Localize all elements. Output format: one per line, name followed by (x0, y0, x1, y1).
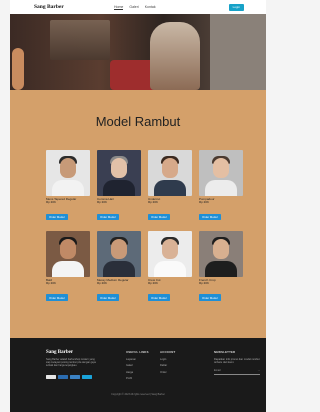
order-model-button[interactable]: Order Model (46, 294, 68, 301)
useful-links-heading: USEFUL LINKS (126, 350, 149, 354)
model-photo[interactable] (148, 150, 192, 196)
model-card: Pompadour Rp.30K Order Model (199, 150, 243, 223)
newsletter-heading: NEWSLETTER (214, 350, 236, 354)
copyright-text: Copyright © 2023 All rights reserved | S… (111, 393, 165, 396)
account-links: ACCOUNT Login Daftar Order (160, 350, 175, 374)
model-price: Rp.30K (46, 200, 57, 205)
payment-icons (46, 375, 92, 379)
page: Sang Barber Home Galeri Kontak Login Mod… (10, 0, 266, 412)
section-title: Model Rambut (95, 114, 181, 129)
hero-barber (150, 22, 200, 90)
model-card: Undercut Rp.30K Order Model (148, 150, 192, 223)
footer-link[interactable]: Layanan (126, 358, 149, 361)
footer-bottom (10, 402, 266, 412)
footer-link[interactable]: Order (160, 371, 175, 374)
model-photo[interactable] (199, 230, 243, 277)
hero-image (10, 14, 266, 90)
model-card: Crew Cut Rp.30K Order Model (148, 230, 192, 304)
footer-link[interactable]: Galeri (126, 364, 149, 367)
model-photo[interactable] (97, 230, 141, 277)
footer-description: Sang Barber adalah barbershop modern yan… (46, 358, 96, 367)
model-price: Rp.30K (199, 281, 210, 286)
order-model-button[interactable]: Order Model (97, 294, 119, 301)
navbar: Sang Barber Home Galeri Kontak Login (10, 0, 266, 14)
order-model-button[interactable]: Order Model (46, 213, 68, 220)
payment-card-icon (58, 375, 68, 379)
nav-link-kontak[interactable]: Kontak (145, 5, 156, 10)
hero-wall (210, 14, 266, 90)
model-card: Bald Rp.30K Order Model (46, 230, 90, 304)
model-photo[interactable] (46, 230, 90, 277)
model-photo[interactable] (97, 150, 141, 196)
model-card: Mens Tapered Regular Rp.30K Order Model (46, 150, 90, 223)
models-section: Model Rambut Mens Tapered Regular Rp.30K… (10, 90, 266, 338)
newsletter-submit-icon[interactable]: → (257, 369, 260, 374)
model-price: Rp.30K (97, 281, 108, 286)
nav-links: Home Galeri Kontak (114, 5, 156, 10)
hero-mirror (50, 20, 110, 60)
footer-link[interactable]: Harga (126, 371, 149, 374)
order-model-button[interactable]: Order Model (97, 213, 119, 220)
footer-link[interactable]: Profil (126, 377, 149, 380)
nav-link-home[interactable]: Home (114, 5, 124, 10)
payment-card-icon (46, 375, 56, 379)
newsletter: NEWSLETTER Dapatkan info promo dan model… (214, 350, 262, 375)
model-photo[interactable] (199, 150, 243, 196)
useful-links: USEFUL LINKS Layanan Galeri Harga Profil (126, 350, 149, 380)
model-card: Comma Hair Rp.30K Order Model (97, 150, 141, 223)
order-model-button[interactable]: Order Model (148, 213, 170, 220)
model-price: Rp.30K (199, 200, 210, 205)
model-price: Rp.30K (148, 200, 159, 205)
footer-link[interactable]: Daftar (160, 364, 175, 367)
nav-link-galeri[interactable]: Galeri (129, 5, 138, 10)
login-button[interactable]: Login (228, 3, 244, 11)
model-price: Rp.30K (148, 281, 159, 286)
newsletter-placeholder: Email (214, 368, 221, 372)
model-card: French Crop Rp.30K Order Model (199, 230, 243, 304)
footer-link[interactable]: Login (160, 358, 175, 361)
newsletter-text: Dapatkan info promo dan model rambut ter… (214, 357, 260, 364)
order-model-button[interactable]: Order Model (148, 294, 170, 301)
hero-arm (12, 48, 24, 90)
model-price: Rp.30K (46, 281, 57, 286)
order-model-button[interactable]: Order Model (199, 213, 221, 220)
model-card: Messy Medium Regular Rp.30K Order Model (97, 230, 141, 304)
model-grid: Mens Tapered Regular Rp.30K Order Model … (46, 150, 243, 304)
newsletter-email-input[interactable]: Email → (214, 369, 260, 375)
footer: Sang Barber Sang Barber adalah barbersho… (10, 338, 266, 402)
payment-card-icon (82, 375, 92, 379)
order-model-button[interactable]: Order Model (199, 294, 221, 301)
brand-logo[interactable]: Sang Barber (34, 4, 94, 10)
model-photo[interactable] (148, 230, 192, 277)
payment-card-icon (70, 375, 80, 379)
footer-brand: Sang Barber (46, 350, 74, 355)
copyright: Copyright © 2023 All rights reserved | S… (10, 393, 266, 396)
model-price: Rp.30K (97, 200, 108, 205)
model-photo[interactable] (46, 150, 90, 196)
account-heading: ACCOUNT (160, 350, 176, 354)
